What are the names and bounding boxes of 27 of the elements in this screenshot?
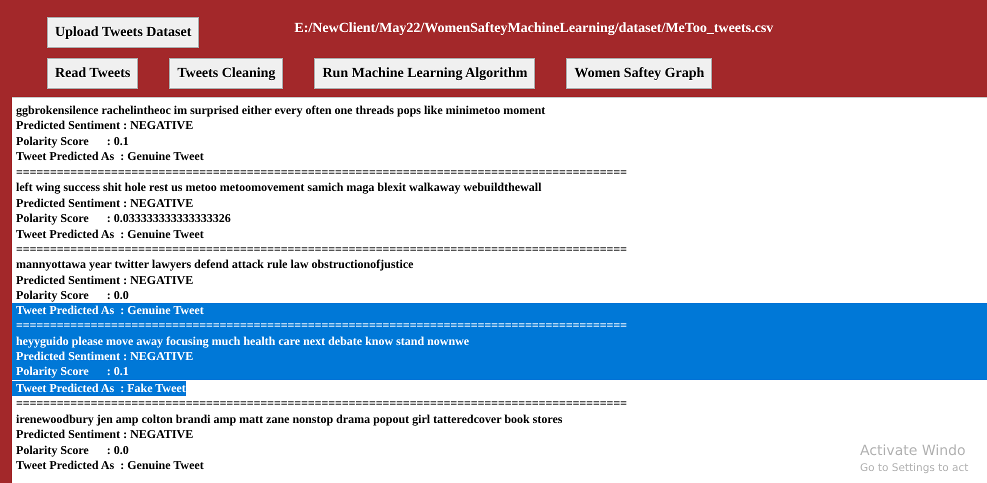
output-line: Predicted Sentiment : NEGATIVE [15,427,194,443]
output-line: Polarity Score : 0.033333333333333326 [15,211,231,227]
output-line: Predicted Sentiment : NEGATIVE [15,272,194,288]
output-line: left wing success shit hole rest us metoo metoomovement samich maga blexit walkaway webuildthewall [15,180,542,196]
output-line: Tweet Predicted As : Genuine Tweet [15,149,204,165]
toolbar-button[interactable]: Tweets Cleaning [169,58,284,89]
activation-notice-title: Activate Windo [860,443,967,459]
dataset-path-label: E:/NewClient/May22/WomenSafteyMachineLearning/dataset/MeToo_tweets.csv [294,20,774,36]
output-line: Polarity Score : 0.0 [15,288,129,304]
output-line: irenewoodbury jen amp colton brandi amp matt zane nonstop drama popout girl tatteredcover book stores [15,412,562,428]
separator-line: ========================================================================================== [15,396,627,412]
output-line: ggbrokensilence rachelintheoc im surprised either every often one threads pops like minimetoo moment [15,103,546,118]
toolbar-button[interactable]: Read Tweets [47,58,138,89]
toolbar-button[interactable]: Run Machine Learning Algorithm [314,58,536,89]
output-line: Tweet Predicted As : Genuine Tweet [15,226,204,242]
toolbar-button[interactable]: Women Saftey Graph [566,58,712,89]
output-text-area[interactable] [12,97,987,483]
activation-notice-subtitle: Go to Settings to act [860,462,968,474]
output-line: Polarity Score : 0.0 [15,442,129,458]
separator-line: ========================================================================================== [15,242,627,258]
output-line: Polarity Score : 0.1 [15,134,129,150]
output-line: mannyottawa year twitter lawyers defend attack rule law obstructionofjustice [15,257,414,273]
upload-dataset-button[interactable]: Upload Tweets Dataset [47,17,200,48]
output-line: Predicted Sentiment : NEGATIVE [15,118,194,134]
output-line: Tweet Predicted As : Genuine Tweet [15,458,204,474]
output-line: Predicted Sentiment : NEGATIVE [15,196,194,212]
separator-line: ========================================================================================== [15,164,627,180]
